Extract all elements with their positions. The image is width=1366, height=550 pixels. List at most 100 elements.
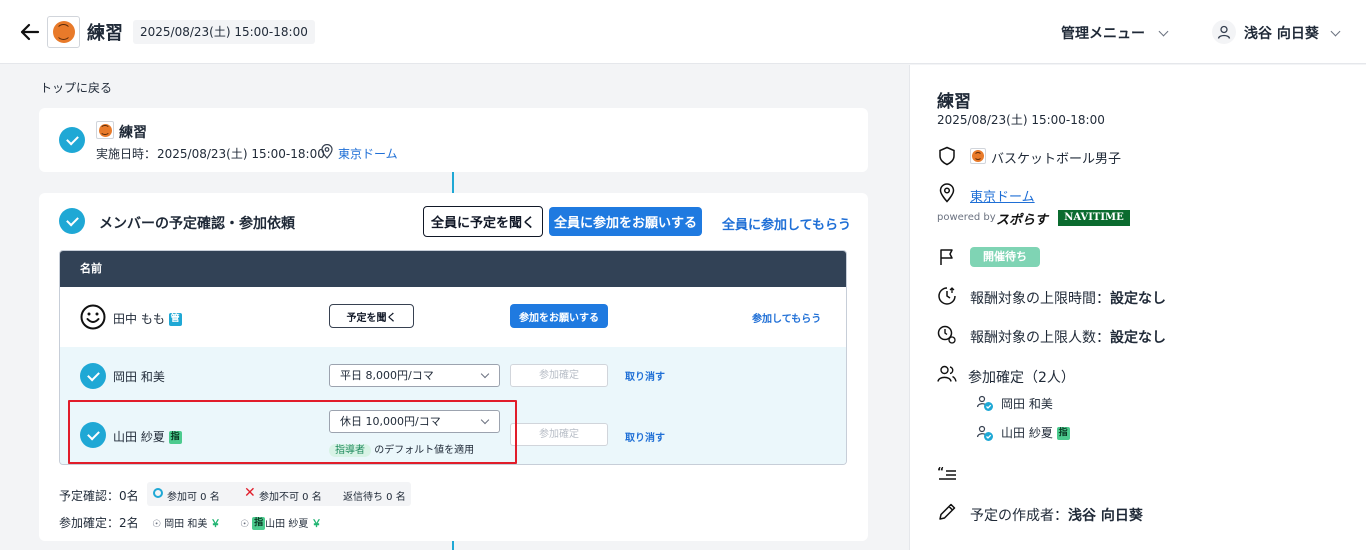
table-row: 田中 もも 管 予定を聞く 参加をお願いする 参加してもらう xyxy=(60,287,846,347)
confirmed-summary-label: 参加確定：2名 xyxy=(59,516,139,530)
role-badge: 指 xyxy=(252,517,266,530)
event-date-label: 実施日時： xyxy=(96,147,157,161)
flag-icon xyxy=(936,246,958,268)
basketball-icon xyxy=(970,148,986,164)
check-circle-icon xyxy=(80,363,106,389)
quote-list-icon: “ xyxy=(936,463,958,485)
limit-people: 報酬対象の上限人数：設定なし xyxy=(970,327,1166,347)
shield-icon xyxy=(936,145,958,167)
user-icon[interactable] xyxy=(1212,20,1236,44)
table-row: 岡田 和美 平日 8,000円/コマ 参加確定 取り消す xyxy=(60,347,846,405)
yen-icon: ￥ xyxy=(311,519,322,530)
ask-schedule-button[interactable]: 予定を聞く xyxy=(329,304,414,328)
confirm-button-disabled[interactable]: 参加確定 xyxy=(510,423,608,446)
navitime-logo: NAVITIME xyxy=(1058,210,1130,226)
pencil-icon xyxy=(936,501,958,523)
spolas-logo: スポらす xyxy=(996,213,1048,228)
member-check-icon xyxy=(976,424,994,442)
event-card: 練習 実施日時： 2025/08/23(土) 15:00-18:00 東京ドーム xyxy=(39,108,868,172)
sidebar-datetime: 2025/08/23(土) 15:00-18:00 xyxy=(937,113,1105,127)
member-card-title: メンバーの予定確認・参加依頼 xyxy=(99,216,295,232)
location-pin-icon xyxy=(321,143,333,163)
confirmed-member-name: 岡田 和美 xyxy=(164,519,208,530)
chevron-down-icon xyxy=(1330,26,1341,37)
event-date-value: 2025/08/23(土) 15:00-18:00 xyxy=(157,147,325,161)
event-title: 練習 xyxy=(87,23,123,44)
confirmed-member-chip: ☉ 指山田 紗夏 ￥ xyxy=(240,515,322,530)
limit-people-value: 設定なし xyxy=(1110,330,1166,346)
ask-all-button[interactable]: 全員に予定を聞く xyxy=(423,206,543,237)
event-location-link[interactable]: 東京ドーム xyxy=(338,145,398,162)
table-header-name: 名前 xyxy=(60,251,846,287)
member-name-text: 田中 もも xyxy=(113,312,165,326)
rate-select-value: 平日 8,000円/コマ xyxy=(340,369,434,382)
confirmed-title: 参加確定（2人） xyxy=(968,370,1075,386)
creator-label: 予定の作成者： xyxy=(970,508,1068,524)
role-badge: 管 xyxy=(168,313,182,326)
join-all-link[interactable]: 全員に参加してもらう xyxy=(722,214,851,233)
limit-time-label: 報酬対象の上限時間： xyxy=(970,291,1110,307)
yen-icon: ￥ xyxy=(210,519,221,530)
chevron-down-icon xyxy=(480,369,490,379)
back-arrow-icon[interactable] xyxy=(18,20,42,44)
people-limit-icon xyxy=(936,324,958,346)
confirm-button-disabled[interactable]: 参加確定 xyxy=(510,364,608,387)
available-circle-icon xyxy=(153,488,163,498)
member-check-icon xyxy=(976,394,994,412)
basketball-icon xyxy=(47,16,80,48)
schedule-summary-label: 予定確認：0名 xyxy=(59,489,139,503)
creator-value: 浅谷 向日葵 xyxy=(1068,508,1143,524)
request-all-button[interactable]: 全員に参加をお願いする xyxy=(549,207,702,236)
sidebar-location-link[interactable]: 東京ドーム xyxy=(970,186,1035,205)
waiting-count: 返信待ち 0 名 xyxy=(343,492,406,503)
admin-menu-label: 管理メニュー xyxy=(1061,26,1145,42)
schedule-summary-chips: 参加可 0 名 ✕ 参加不可 0 名 返信待ち 0 名 xyxy=(147,482,411,506)
basketball-icon xyxy=(96,121,114,139)
cancel-link[interactable]: 取り消す xyxy=(625,429,665,444)
users-icon xyxy=(936,363,958,385)
member-name: 岡田 和美 xyxy=(113,370,165,384)
event-datetime-chip: 2025/08/23(土) 15:00-18:00 xyxy=(133,20,315,44)
member-name: 田中 もも 管 xyxy=(113,310,182,327)
event-detail-panel: 練習 2025/08/23(土) 15:00-18:00 バスケットボール男子 … xyxy=(909,65,1366,550)
confirmed-member-name: 岡田 和美 xyxy=(1001,397,1053,411)
unavailable-count: 参加不可 0 名 xyxy=(259,492,322,503)
confirmed-member: 山田 紗夏 指 xyxy=(1001,424,1070,441)
unavailable-x-icon: ✕ xyxy=(244,485,256,501)
event-card-title: 練習 xyxy=(119,125,147,141)
limit-time: 報酬対象の上限時間：設定なし xyxy=(970,288,1166,308)
limit-people-label: 報酬対象の上限人数： xyxy=(970,330,1110,346)
creator: 予定の作成者：浅谷 向日葵 xyxy=(970,505,1143,525)
person-icon: ☉ xyxy=(240,519,249,530)
highlight-box xyxy=(68,400,517,464)
confirmed-member-name: 山田 紗夏 xyxy=(265,519,309,530)
user-name: 浅谷 向日葵 xyxy=(1244,26,1319,42)
back-to-top-link[interactable]: トップに戻る xyxy=(40,79,112,96)
clock-limit-icon xyxy=(936,285,958,307)
person-icon: ☉ xyxy=(152,519,161,530)
location-pin-icon xyxy=(936,182,958,204)
svg-text:“: “ xyxy=(937,466,944,478)
limit-time-value: 設定なし xyxy=(1110,291,1166,307)
request-join-button[interactable]: 参加をお願いする xyxy=(510,304,608,328)
join-link[interactable]: 参加してもらう xyxy=(752,310,821,325)
admin-menu[interactable]: 管理メニュー xyxy=(1061,23,1169,43)
confirmed-member-chip: ☉ 岡田 和美 ￥ xyxy=(152,515,221,530)
top-header: 練習 2025/08/23(土) 15:00-18:00 管理メニュー 浅谷 向… xyxy=(0,0,1366,64)
status-badge: 開催待ち xyxy=(970,247,1040,267)
cancel-link[interactable]: 取り消す xyxy=(625,368,665,383)
chevron-down-icon xyxy=(1158,26,1169,37)
rate-select[interactable]: 平日 8,000円/コマ xyxy=(329,364,500,387)
powered-by-label: powered by xyxy=(937,212,996,223)
check-circle-icon xyxy=(59,208,85,234)
check-circle-icon xyxy=(59,127,85,153)
role-badge: 指 xyxy=(1056,427,1070,440)
sidebar-title: 練習 xyxy=(937,92,971,112)
timeline-connector xyxy=(452,541,454,550)
timeline-connector xyxy=(452,172,454,193)
sidebar-team: バスケットボール男子 xyxy=(991,152,1122,167)
confirmed-member-name: 山田 紗夏 xyxy=(1001,426,1053,440)
available-count: 参加可 0 名 xyxy=(167,492,220,503)
smiley-icon xyxy=(80,304,106,334)
user-menu[interactable]: 浅谷 向日葵 xyxy=(1244,23,1341,43)
